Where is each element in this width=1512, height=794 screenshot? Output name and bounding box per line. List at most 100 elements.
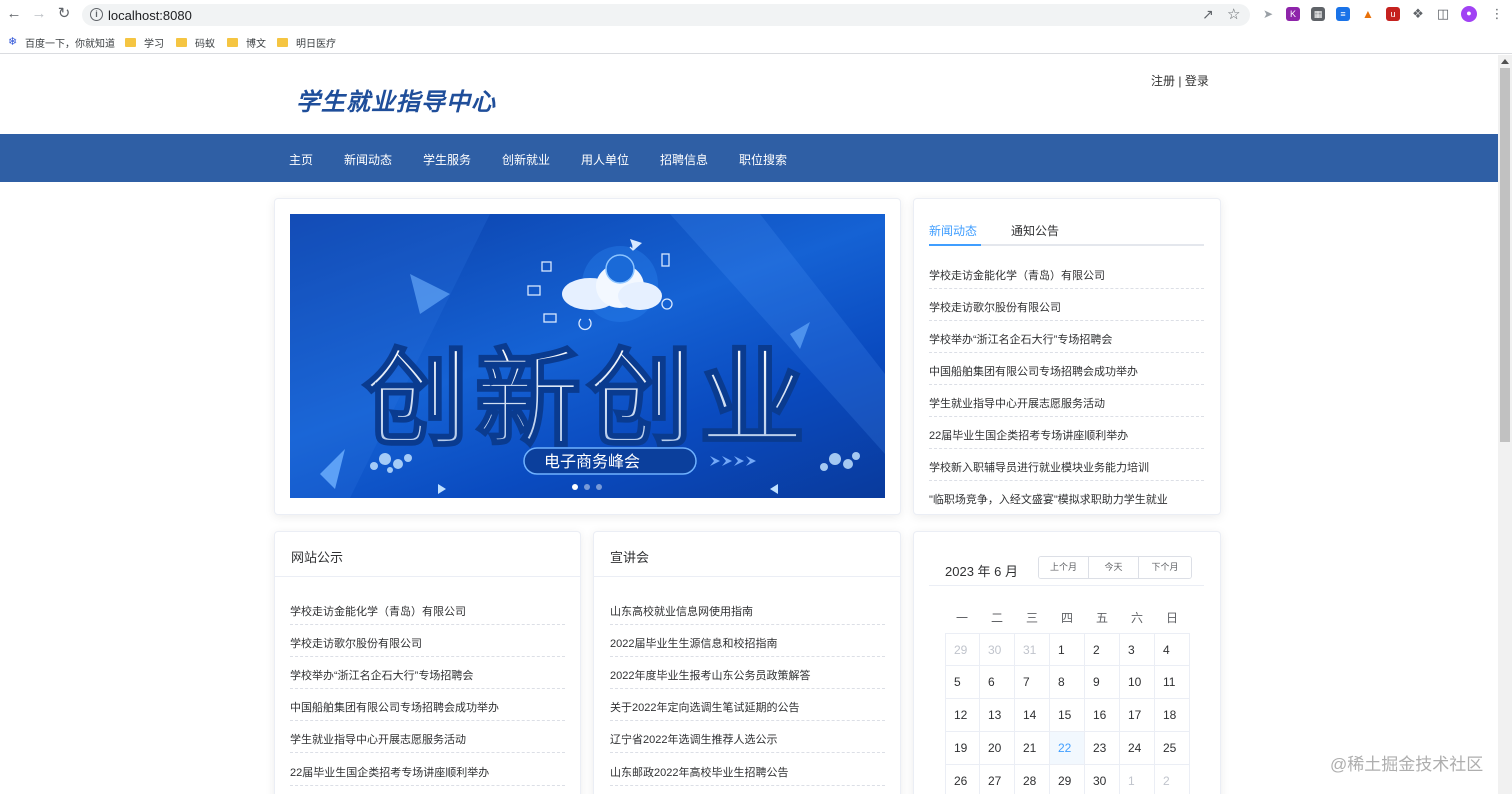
calendar-day-cell[interactable]: 10	[1120, 666, 1155, 699]
address-bar[interactable]: i localhost:8080 ↗ ☆	[82, 4, 1250, 26]
today-button[interactable]: 今天	[1089, 557, 1139, 578]
bookmark-star-icon[interactable]: ☆	[1227, 5, 1240, 23]
calendar-day-cell[interactable]: 7	[1015, 666, 1050, 699]
calendar-day-cell[interactable]: 28	[1015, 765, 1050, 794]
nav-news[interactable]: 新闻动态	[344, 151, 392, 168]
calendar-day-cell[interactable]: 17	[1120, 699, 1155, 732]
seminar-item[interactable]: 2022年度毕业生报考山东公务员政策解答	[610, 657, 885, 689]
calendar-day-cell[interactable]: 5	[945, 666, 980, 699]
site-info-icon[interactable]: i	[90, 8, 103, 21]
share-icon[interactable]: ↗	[1202, 6, 1214, 23]
seminar-item[interactable]: 2022届毕业生生源信息和校招指南	[610, 625, 885, 657]
bookmark-folder-blog[interactable]: 博文	[227, 35, 266, 50]
bookmark-folder-medical[interactable]: 明日医疗	[277, 35, 336, 50]
calendar-day-cell[interactable]: 31	[1015, 633, 1050, 666]
announcement-item[interactable]: 学校举办“浙江名企石大行”专场招聘会	[290, 657, 565, 689]
seminar-item[interactable]: 关于2022年定向选调生笔试延期的公告	[610, 689, 885, 721]
calendar-day-cell[interactable]: 12	[945, 699, 980, 732]
calendar-day-cell[interactable]: 2	[1085, 633, 1120, 666]
calendar-day-cell[interactable]: 3	[1120, 633, 1155, 666]
news-item[interactable]: 学校走访歌尔股份有限公司	[929, 289, 1204, 321]
menu-kebab-icon[interactable]: ⋮	[1490, 7, 1504, 21]
carousel-dot-3[interactable]	[596, 484, 602, 490]
tab-news[interactable]: 新闻动态	[929, 222, 977, 239]
bookmark-baidu[interactable]: ❄ 百度一下，你就知道	[8, 35, 115, 51]
extension-cursor-icon[interactable]: ➤	[1261, 7, 1275, 21]
announcement-item[interactable]: 学校走访金能化学（青岛）有限公司	[290, 593, 565, 625]
calendar-day-cell[interactable]: 4	[1155, 633, 1190, 666]
extension-layers-icon[interactable]: ≡	[1336, 7, 1350, 21]
calendar-day-cell[interactable]: 29	[945, 633, 980, 666]
extension-tree-icon[interactable]: ▲	[1361, 7, 1375, 21]
bookmark-folder-study[interactable]: 学习	[125, 35, 164, 50]
announcement-item[interactable]: 学生就业指导中心开展志愿服务活动	[290, 721, 565, 753]
nav-innovation[interactable]: 创新就业	[502, 151, 550, 168]
extensions-puzzle-icon[interactable]: ❖	[1411, 7, 1425, 21]
calendar-day-cell[interactable]: 18	[1155, 699, 1190, 732]
calendar-day-cell[interactable]: 21	[1015, 732, 1050, 765]
nav-job-search[interactable]: 职位搜索	[739, 151, 787, 168]
banner-carousel[interactable]: 创新创业 电子商务峰会	[290, 214, 885, 498]
calendar-day-cell[interactable]: 27	[980, 765, 1015, 794]
profile-avatar[interactable]: ●	[1461, 6, 1477, 22]
calendar-day-cell[interactable]: 8	[1050, 666, 1085, 699]
scrollbar-thumb[interactable]	[1500, 68, 1510, 442]
announcement-item[interactable]: 学校走访歌尔股份有限公司	[290, 625, 565, 657]
calendar-day-cell[interactable]: 1	[1050, 633, 1085, 666]
calendar-day-cell[interactable]: 1	[1120, 765, 1155, 794]
nav-employers[interactable]: 用人单位	[581, 151, 629, 168]
scroll-up-arrow-icon[interactable]	[1501, 59, 1509, 64]
calendar-day-cell[interactable]: 29	[1050, 765, 1085, 794]
reload-icon[interactable]: ↻	[55, 5, 73, 23]
register-link[interactable]: 注册	[1151, 74, 1175, 88]
news-item[interactable]: "临职场竞争，入经文盛宴"模拟求职助力学生就业	[929, 481, 1204, 513]
calendar-day-cell[interactable]: 6	[980, 666, 1015, 699]
tab-notices[interactable]: 通知公告	[1011, 222, 1059, 239]
seminar-item[interactable]: 山东高校就业信息网使用指南	[610, 593, 885, 625]
nav-recruitment[interactable]: 招聘信息	[660, 151, 708, 168]
calendar-day-cell[interactable]: 9	[1085, 666, 1120, 699]
bookmark-folder-mayi[interactable]: 码蚁	[176, 35, 215, 50]
nav-student-services[interactable]: 学生服务	[423, 151, 471, 168]
calendar-day-cell[interactable]: 30	[980, 633, 1015, 666]
next-month-button[interactable]: 下个月	[1139, 557, 1191, 578]
calendar-day-number: 7	[1023, 675, 1030, 689]
site-logo[interactable]: 学生就业指导中心	[296, 82, 496, 117]
news-item[interactable]: 学校举办“浙江名企石大行”专场招聘会	[929, 321, 1204, 353]
news-item[interactable]: 22届毕业生国企类招考专场讲座顺利举办	[929, 417, 1204, 449]
login-link[interactable]: 登录	[1185, 74, 1209, 88]
calendar-day-cell[interactable]: 23	[1085, 732, 1120, 765]
seminar-item[interactable]: 山东邮政2022年高校毕业生招聘公告	[610, 754, 885, 786]
calendar-day-cell[interactable]: 14	[1015, 699, 1050, 732]
extension-purple-icon[interactable]: K	[1286, 7, 1300, 21]
calendar-day-cell[interactable]: 22	[1050, 732, 1085, 765]
prev-month-button[interactable]: 上个月	[1039, 557, 1089, 578]
calendar-day-cell[interactable]: 16	[1085, 699, 1120, 732]
seminar-item[interactable]: 辽宁省2022年选调生推荐人选公示	[610, 721, 885, 753]
news-item[interactable]: 中国船舶集团有限公司专场招聘会成功举办	[929, 353, 1204, 385]
extension-grid-icon[interactable]: ▦	[1311, 7, 1325, 21]
forward-arrow-icon[interactable]: →	[30, 5, 48, 23]
calendar-day-cell[interactable]: 11	[1155, 666, 1190, 699]
news-item[interactable]: 学校新入职辅导员进行就业模块业务能力培训	[929, 449, 1204, 481]
news-item[interactable]: 学生就业指导中心开展志愿服务活动	[929, 385, 1204, 417]
side-panel-icon[interactable]: ◫	[1436, 7, 1450, 21]
carousel-dot-2[interactable]	[584, 484, 590, 490]
calendar-day-cell[interactable]: 2	[1155, 765, 1190, 794]
back-arrow-icon[interactable]: ←	[5, 5, 23, 23]
extension-shield-icon[interactable]: u	[1386, 7, 1400, 21]
calendar-day-cell[interactable]: 30	[1085, 765, 1120, 794]
calendar-day-cell[interactable]: 26	[945, 765, 980, 794]
announcement-item[interactable]: 中国船舶集团有限公司专场招聘会成功举办	[290, 689, 565, 721]
calendar-day-cell[interactable]: 13	[980, 699, 1015, 732]
news-item[interactable]: 学校走访金能化学（青岛）有限公司	[929, 257, 1204, 289]
calendar-day-cell[interactable]: 19	[945, 732, 980, 765]
calendar-day-cell[interactable]: 20	[980, 732, 1015, 765]
calendar-day-cell[interactable]: 25	[1155, 732, 1190, 765]
carousel-dot-1[interactable]	[572, 484, 578, 490]
calendar-day-cell[interactable]: 24	[1120, 732, 1155, 765]
calendar-day-number: 31	[1023, 643, 1037, 657]
calendar-day-cell[interactable]: 15	[1050, 699, 1085, 732]
nav-home[interactable]: 主页	[289, 151, 313, 168]
announcement-item[interactable]: 22届毕业生国企类招考专场讲座顺利举办	[290, 754, 565, 786]
